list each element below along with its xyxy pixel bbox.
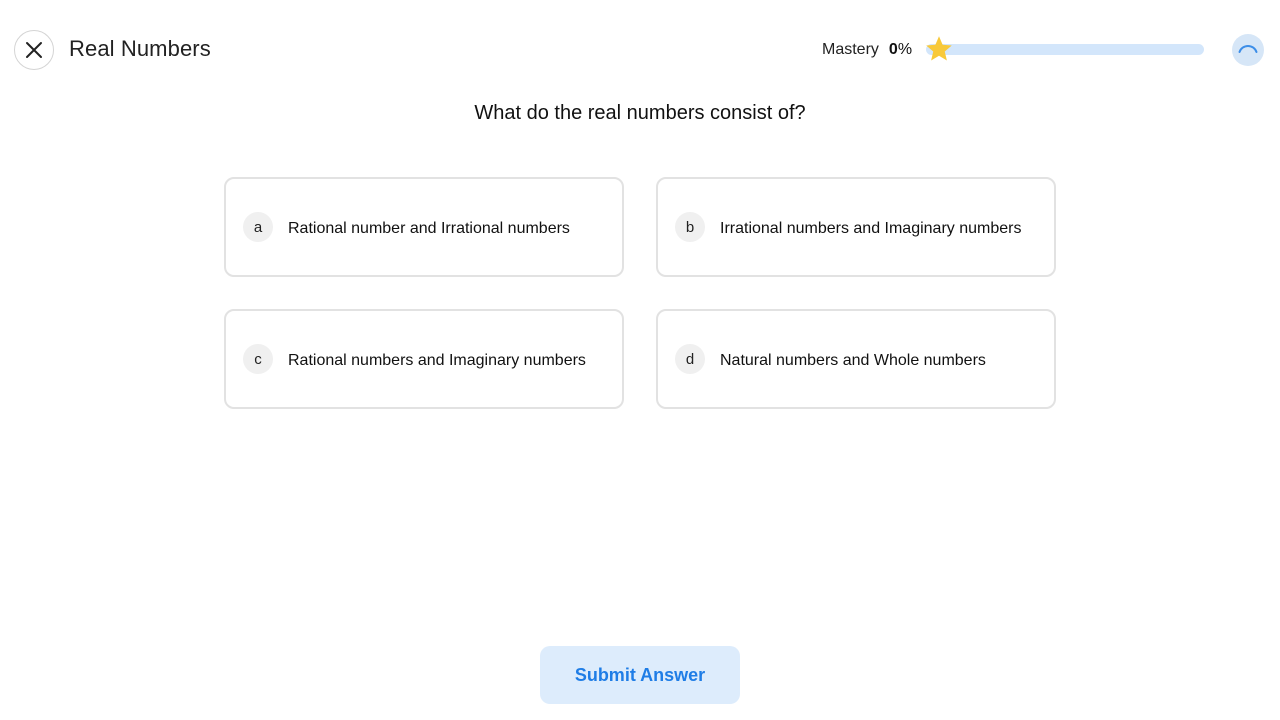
- answer-option-b[interactable]: b Irrational numbers and Imaginary numbe…: [656, 177, 1056, 277]
- option-text: Irrational numbers and Imaginary numbers: [720, 220, 1022, 237]
- quiz-page: Real Numbers Mastery 0% What do the real…: [0, 0, 1280, 720]
- answer-option-c[interactable]: c Rational numbers and Imaginary numbers: [224, 309, 624, 409]
- option-letter: b: [675, 212, 705, 242]
- answer-option-d[interactable]: d Natural numbers and Whole numbers: [656, 309, 1056, 409]
- loading-spinner: [1232, 34, 1264, 66]
- star-icon: [926, 36, 952, 61]
- option-letter: a: [243, 212, 273, 242]
- mastery-percent: 0: [888, 41, 898, 58]
- loading-spinner-icon: [1238, 45, 1258, 53]
- answer-option-a[interactable]: a Rational number and Irrational numbers: [224, 177, 624, 277]
- page-title: Real Numbers: [69, 36, 211, 61]
- close-button[interactable]: [14, 30, 54, 70]
- mastery-progress-bar: [926, 44, 1204, 55]
- option-text: Natural numbers and Whole numbers: [720, 352, 986, 369]
- question-text: What do the real numbers consist of?: [474, 102, 806, 124]
- mastery-indicator: Mastery 0%: [822, 36, 912, 64]
- option-text: Rational number and Irrational numbers: [288, 220, 570, 237]
- submit-answer-button[interactable]: Submit Answer: [540, 646, 740, 704]
- mastery-percent-sign: %: [897, 41, 913, 58]
- mastery-label: Mastery: [822, 41, 879, 58]
- option-text: Rational numbers and Imaginary numbers: [288, 352, 586, 369]
- close-icon: [26, 42, 42, 58]
- option-letter: c: [243, 344, 273, 374]
- option-letter: d: [675, 344, 705, 374]
